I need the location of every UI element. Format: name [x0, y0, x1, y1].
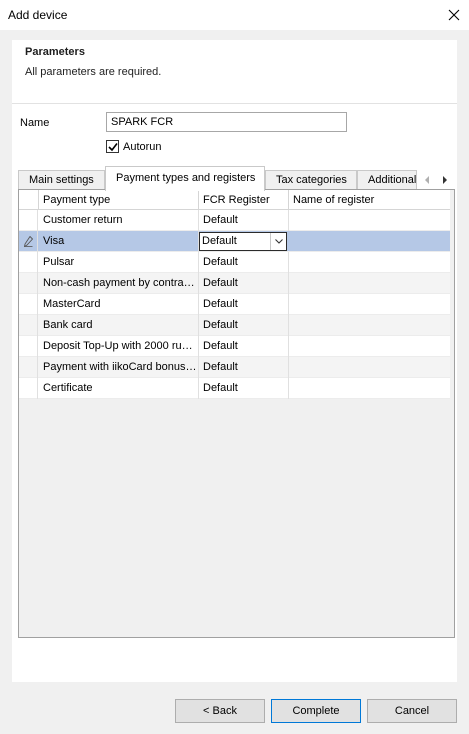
tab-scroll-right-button[interactable]: [435, 170, 455, 190]
payment-type-cell: Customer return: [39, 210, 199, 231]
parameters-subtitle: All parameters are required.: [25, 66, 162, 78]
payment-type-cell: Bank card: [39, 315, 199, 336]
fcr-register-dropdown[interactable]: Default: [199, 232, 287, 251]
column-header-payment-type[interactable]: Payment type: [39, 190, 199, 210]
payment-type-cell: Deposit Top-Up with 2000 ru…: [39, 336, 199, 357]
payment-type-cell: MasterCard: [39, 294, 199, 315]
tab-additional[interactable]: Additional: [357, 170, 417, 190]
fcr-register-cell[interactable]: Default: [199, 336, 289, 357]
fcr-register-cell[interactable]: Default: [199, 315, 289, 336]
close-icon: [448, 9, 460, 21]
tab-tax-categories[interactable]: Tax categories: [265, 170, 357, 190]
row-indicator: [19, 378, 38, 399]
parameters-header: Parameters All parameters are required.: [12, 40, 457, 104]
name-label: Name: [20, 117, 50, 129]
table-row[interactable]: MasterCard Default: [19, 294, 450, 315]
close-button[interactable]: [439, 0, 469, 30]
grid-body: Customer return Default Visa Default Pul…: [19, 210, 450, 399]
register-name-cell[interactable]: [289, 378, 450, 399]
payment-type-cell: Non-cash payment by contra…: [39, 273, 199, 294]
register-name-cell[interactable]: [289, 357, 450, 378]
fcr-register-cell[interactable]: Default: [199, 252, 289, 273]
tab-payment-types[interactable]: Payment types and registers: [105, 166, 265, 191]
tab-strip: Main settings Payment types and register…: [18, 166, 455, 191]
parameters-title: Parameters: [25, 46, 85, 58]
table-row[interactable]: Non-cash payment by contra… Default: [19, 273, 450, 294]
row-indicator: [19, 336, 38, 357]
tab-main-settings[interactable]: Main settings: [18, 170, 105, 190]
fcr-register-cell[interactable]: Default: [199, 273, 289, 294]
register-name-cell[interactable]: [289, 315, 450, 336]
row-indicator: [19, 252, 38, 273]
grid-header: Payment type FCR Register Name of regist…: [19, 190, 450, 210]
arrow-left-icon: [425, 176, 429, 184]
fcr-register-cell[interactable]: Default: [199, 294, 289, 315]
table-row[interactable]: Bank card Default: [19, 315, 450, 336]
payment-type-cell: Visa: [39, 231, 199, 252]
complete-button[interactable]: Complete: [271, 699, 361, 723]
row-indicator-header: [19, 190, 39, 210]
register-name-cell[interactable]: [289, 231, 450, 252]
window-title: Add device: [8, 8, 68, 22]
chevron-down-icon: [274, 239, 283, 244]
register-name-cell[interactable]: [289, 252, 450, 273]
dropdown-arrow-button[interactable]: [270, 233, 286, 250]
name-input[interactable]: [106, 112, 347, 132]
autorun-label: Autorun: [123, 140, 162, 153]
table-row[interactable]: Certificate Default: [19, 378, 450, 399]
back-button[interactable]: < Back: [175, 699, 265, 723]
row-indicator: [19, 294, 38, 315]
row-indicator: [19, 357, 38, 378]
payment-type-cell: Pulsar: [39, 252, 199, 273]
arrow-right-icon: [443, 176, 447, 184]
checkmark-icon: [108, 143, 118, 152]
payment-type-cell: Payment with iikoCard bonus…: [39, 357, 199, 378]
register-name-cell[interactable]: [289, 273, 450, 294]
fcr-register-cell[interactable]: Default: [199, 378, 289, 399]
checkbox-box[interactable]: [106, 140, 119, 153]
pencil-icon: [23, 236, 33, 247]
autorun-checkbox[interactable]: Autorun: [106, 140, 162, 153]
table-row-selected[interactable]: Visa Default: [19, 231, 450, 252]
column-header-fcr-register[interactable]: FCR Register: [199, 190, 289, 210]
table-row[interactable]: Customer return Default: [19, 210, 450, 231]
row-indicator: [19, 273, 38, 294]
table-row[interactable]: Pulsar Default: [19, 252, 450, 273]
payment-registers-grid: Payment type FCR Register Name of regist…: [18, 189, 455, 638]
column-header-register-name[interactable]: Name of register: [289, 190, 450, 210]
register-name-cell[interactable]: [289, 294, 450, 315]
row-indicator: [19, 210, 38, 231]
table-row[interactable]: Deposit Top-Up with 2000 ru… Default: [19, 336, 450, 357]
title-bar: Add device: [0, 0, 469, 30]
fcr-register-cell[interactable]: Default: [199, 357, 289, 378]
fcr-register-cell[interactable]: Default: [199, 210, 289, 231]
row-indicator: [19, 231, 38, 252]
cancel-button[interactable]: Cancel: [367, 699, 457, 723]
register-name-cell[interactable]: [289, 210, 450, 231]
fcr-register-dropdown-value: Default: [202, 235, 237, 247]
register-name-cell[interactable]: [289, 336, 450, 357]
row-indicator: [19, 315, 38, 336]
table-row[interactable]: Payment with iikoCard bonus… Default: [19, 357, 450, 378]
tab-scroll-left-button[interactable]: [417, 170, 437, 190]
payment-type-cell: Certificate: [39, 378, 199, 399]
